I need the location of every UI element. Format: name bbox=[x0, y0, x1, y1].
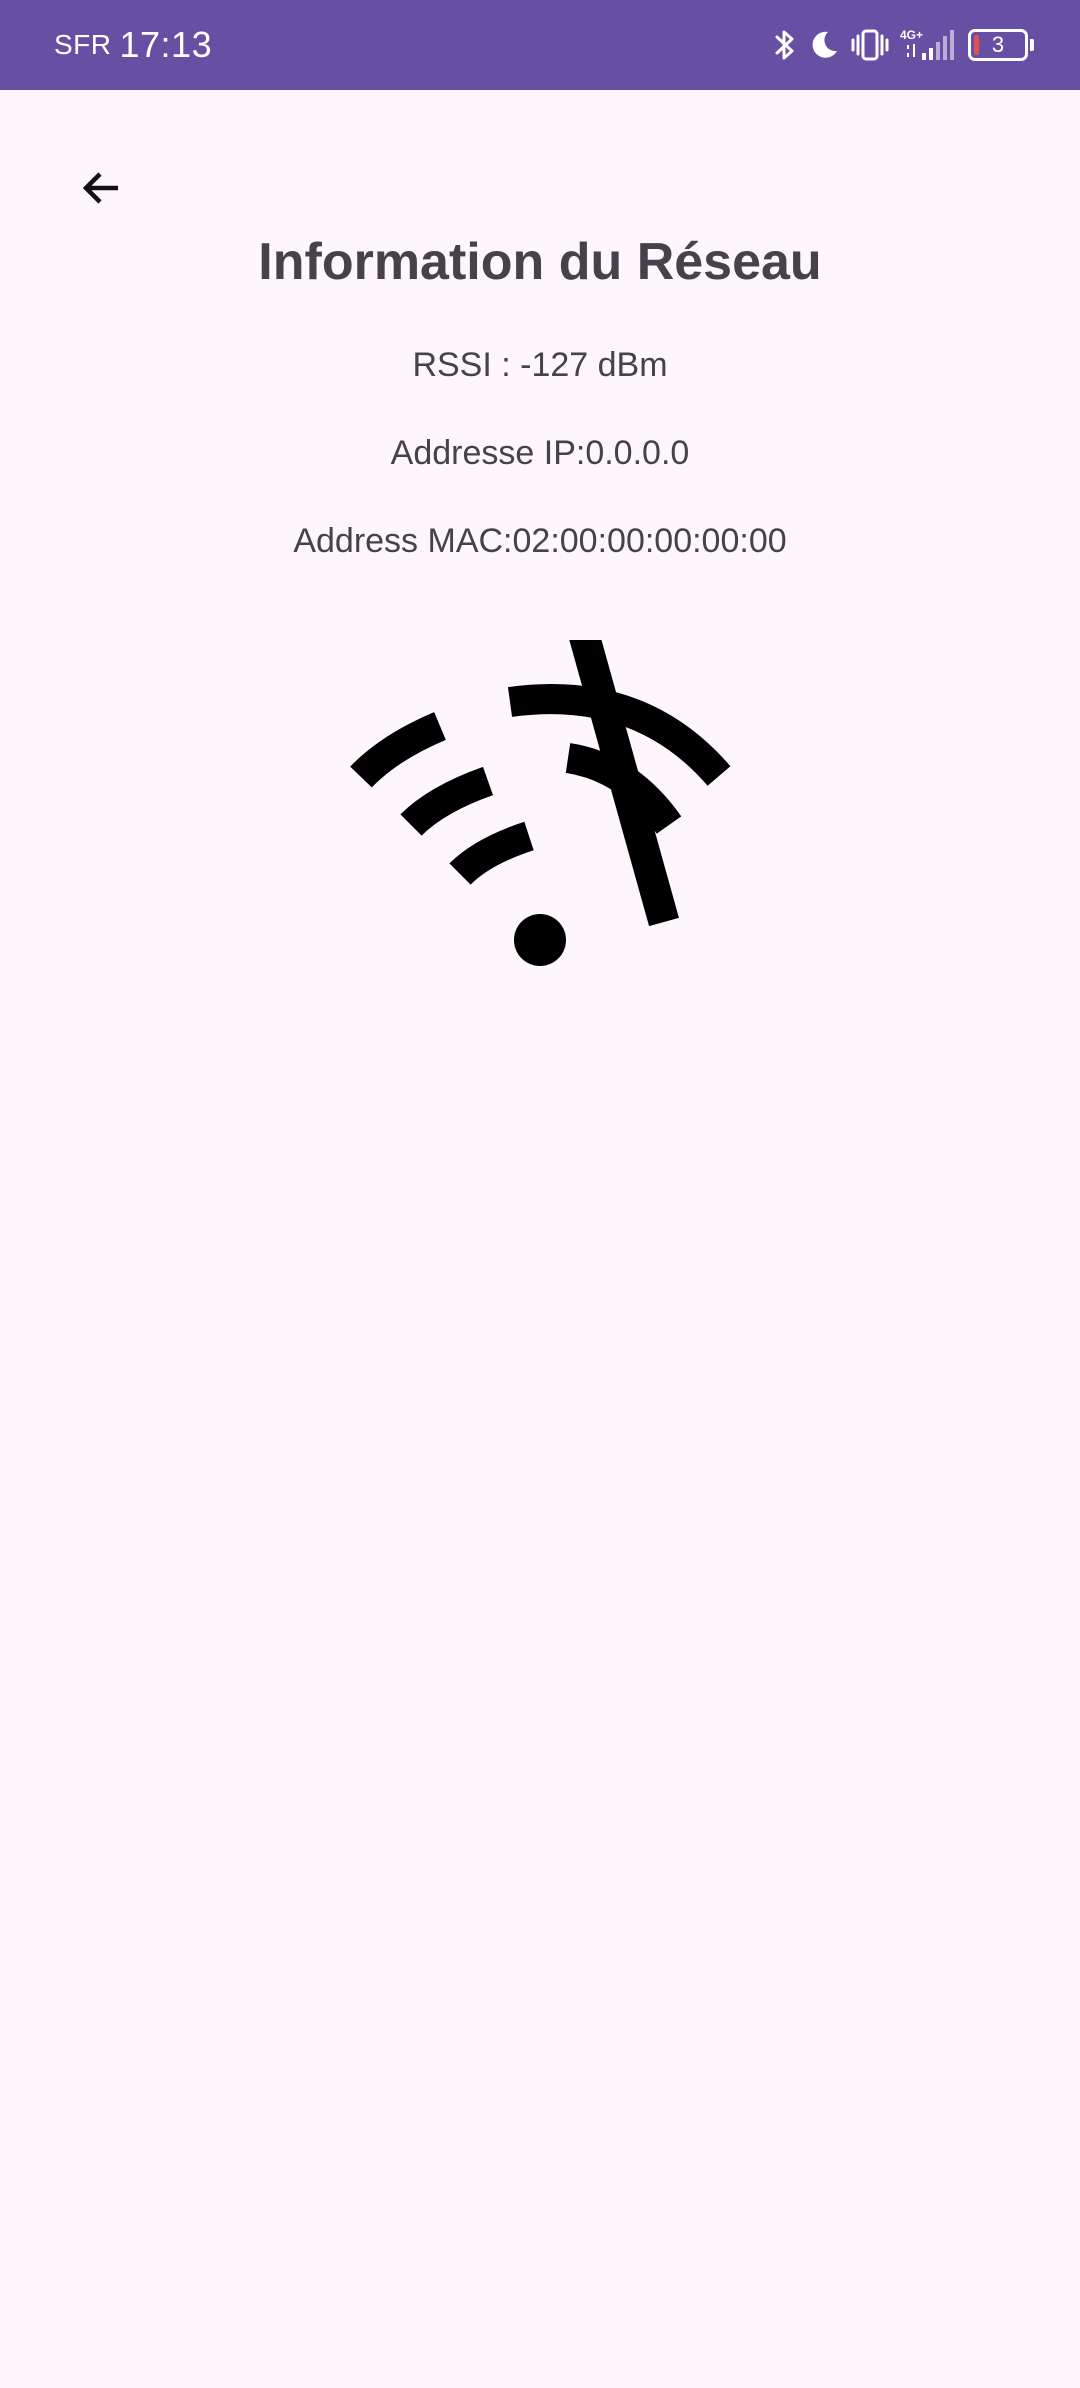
moon-icon bbox=[808, 29, 840, 61]
battery-icon: 3 bbox=[968, 29, 1034, 61]
battery-level: 3 bbox=[991, 32, 1005, 57]
bluetooth-icon bbox=[772, 27, 798, 63]
status-bar: SFR 17:13 4G+ 3 bbox=[0, 0, 1080, 90]
signal-icon: 4G+ bbox=[900, 27, 958, 63]
clock: 17:13 bbox=[119, 24, 213, 65]
status-icons: 4G+ 3 bbox=[762, 0, 1034, 90]
carrier-label: SFR bbox=[54, 29, 112, 60]
status-left: SFR 17:13 bbox=[54, 0, 212, 90]
battery-fill bbox=[974, 35, 979, 55]
ip-address-value: Addresse IP:0.0.0.0 bbox=[390, 434, 690, 472]
mac-address-value: Address MAC:02:00:00:00:00:00 bbox=[293, 522, 787, 560]
vibrate-icon bbox=[850, 28, 890, 62]
wifi-off-icon bbox=[350, 640, 731, 966]
network-type-label: 4G+ bbox=[900, 28, 923, 42]
back-button[interactable] bbox=[64, 150, 140, 226]
rssi-value: RSSI : -127 dBm bbox=[412, 346, 668, 384]
page-title: Information du Réseau bbox=[258, 233, 822, 291]
arrow-back-icon bbox=[82, 172, 118, 204]
